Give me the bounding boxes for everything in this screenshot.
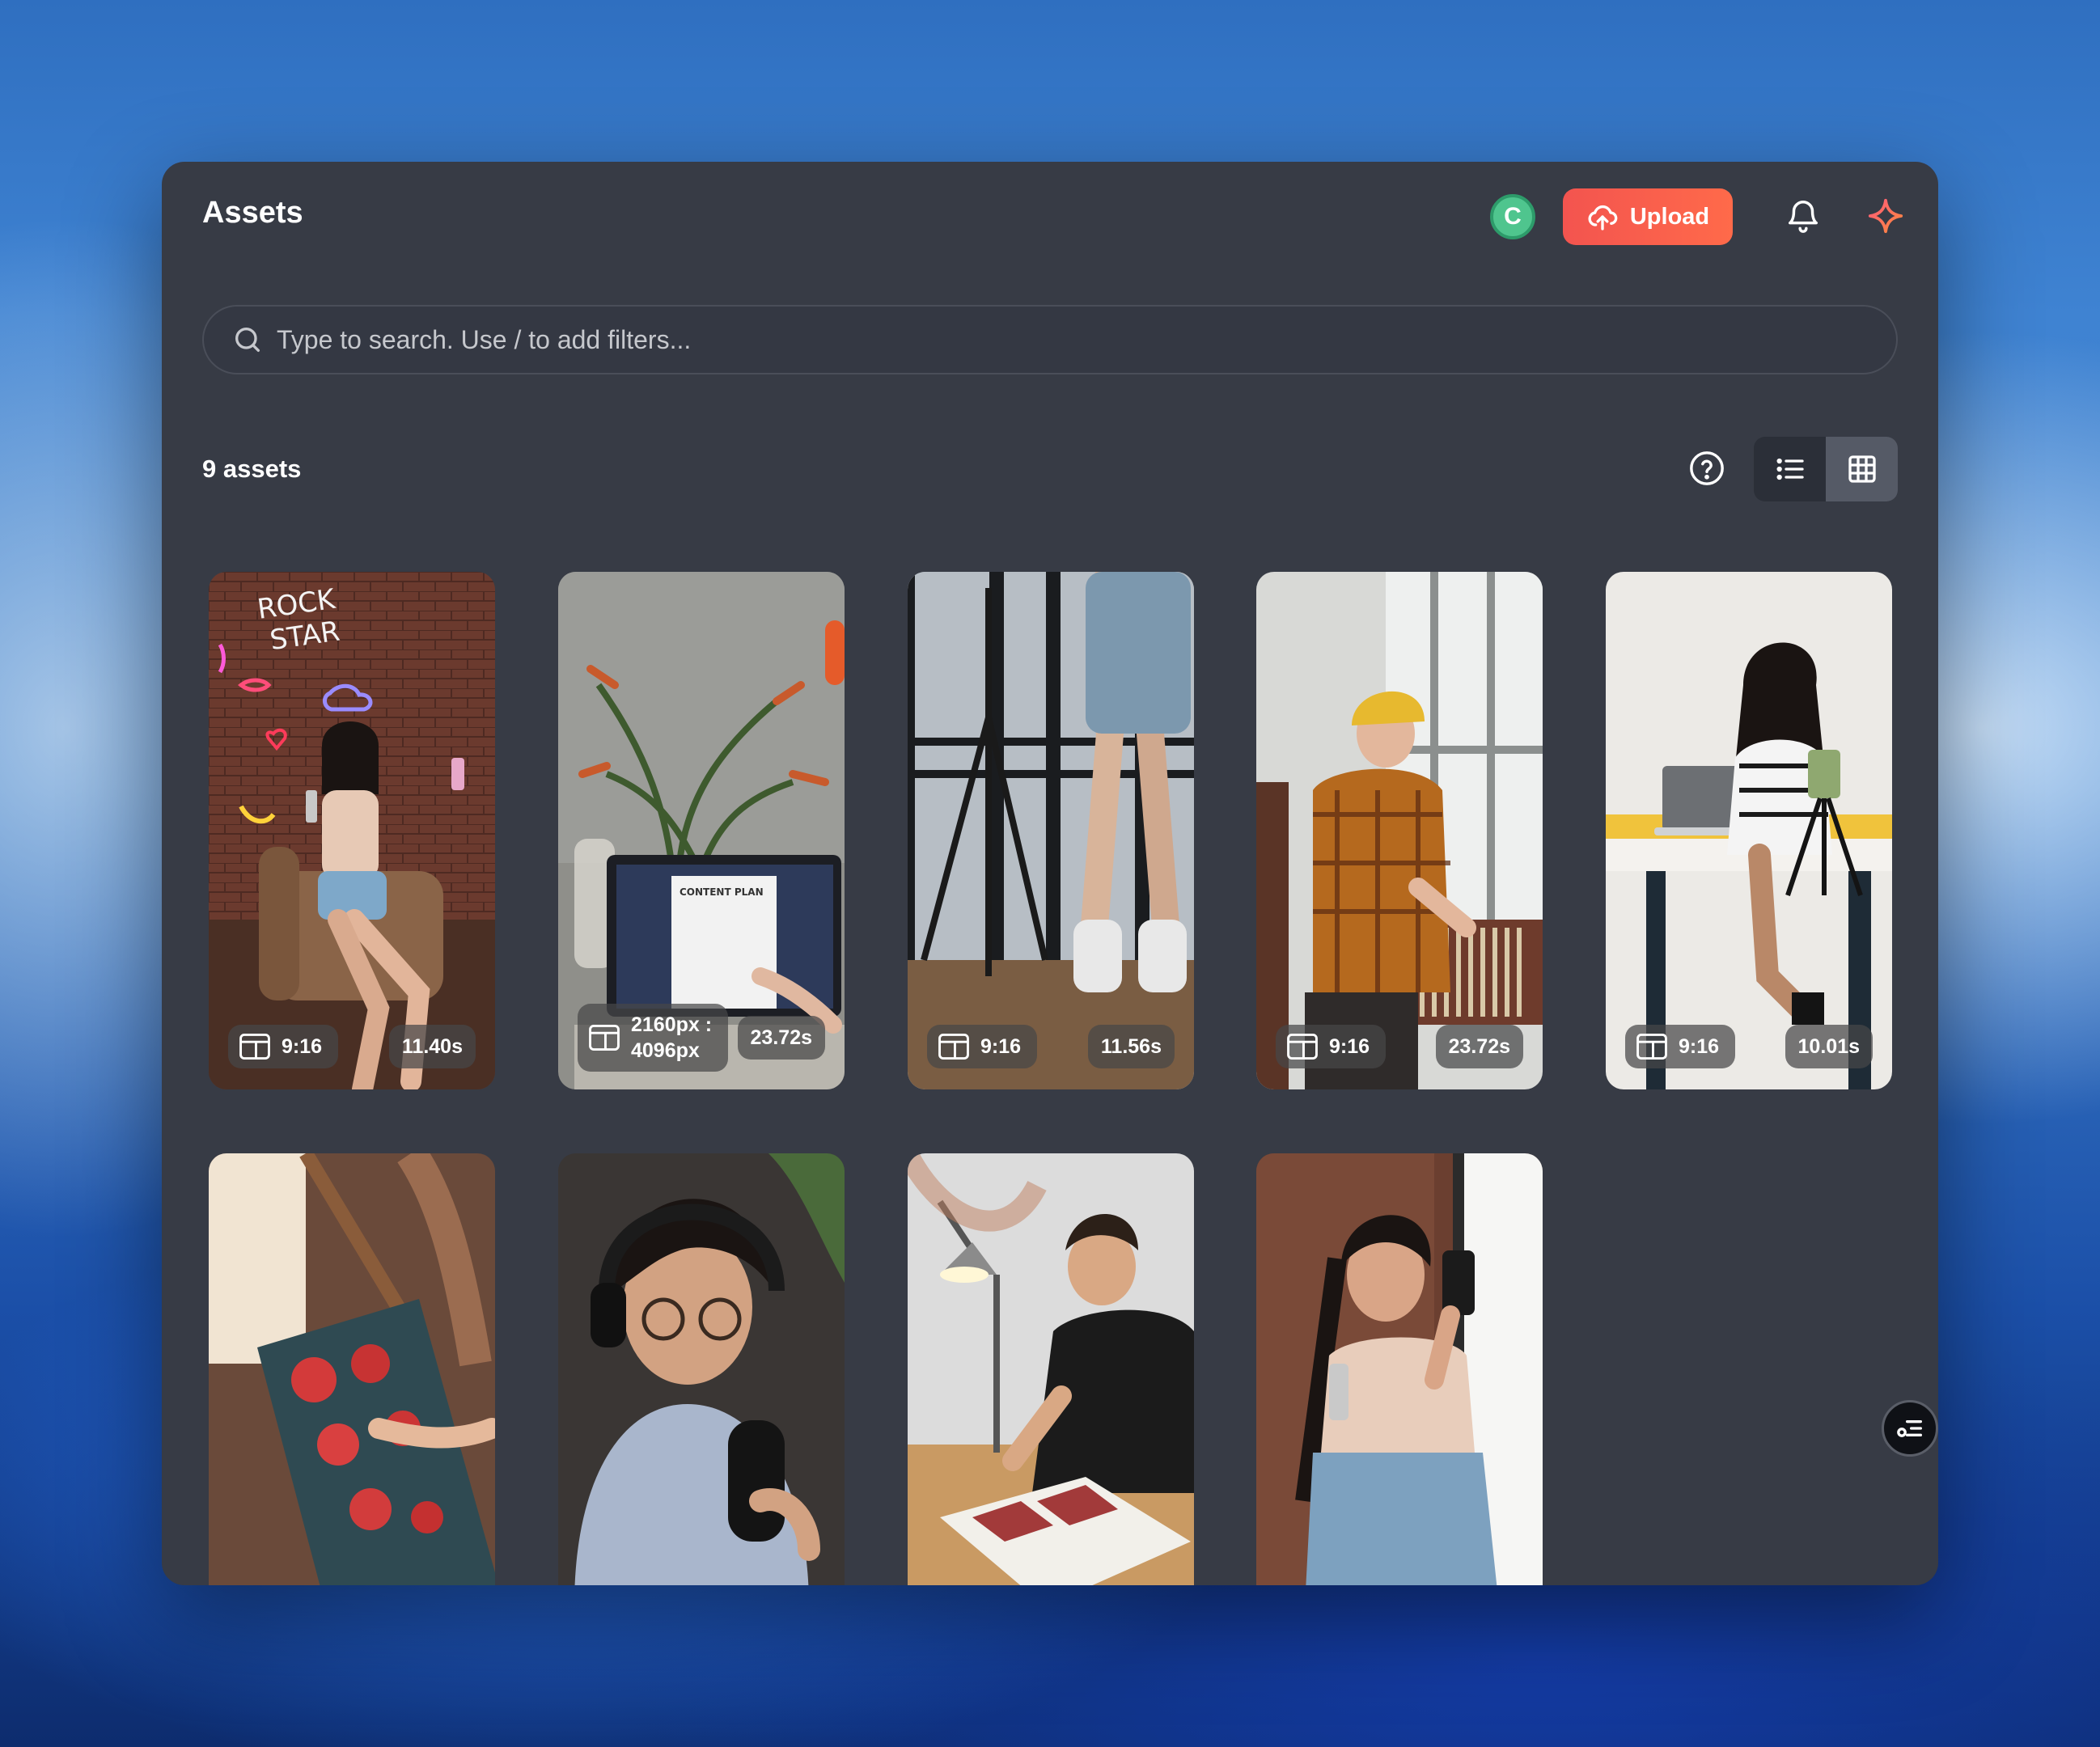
asset-thumbnail [908,572,1194,1089]
asset-thumbnail [558,1153,845,1585]
asset-thumbnail [908,1153,1194,1585]
aspect-ratio-badge: 9:16 [1276,1025,1387,1068]
upload-button-label: Upload [1629,203,1710,230]
aspect-ratio-value: 9:16 [1679,1034,1720,1058]
assets-window: Assets C Upload 9 assets [162,162,1938,1585]
asset-card[interactable]: 9:16 23.72s [1256,572,1543,1089]
grid-view-button[interactable] [1826,437,1898,501]
aspect-ratio-icon [938,1034,969,1060]
search-icon [235,328,260,352]
asset-thumbnail [1606,572,1892,1089]
duration-badge: 11.40s [388,1025,476,1068]
cloud-upload-icon [1588,205,1618,231]
aspect-ratio-badge: 9:16 [927,1025,1038,1068]
aspect-ratio-icon [1636,1034,1667,1060]
asset-card[interactable] [1256,1153,1543,1585]
screen-text: CONTENT PLAN [680,886,764,898]
view-toggle [1754,437,1898,501]
asset-card[interactable]: CONTENT PLAN 2160px : 4096px 23.72s [558,572,845,1089]
asset-card[interactable] [209,1153,495,1585]
filter-settings-button[interactable] [1882,1400,1938,1457]
aspect-ratio-value: 9:16 [282,1034,323,1058]
list-icon [1776,458,1804,480]
asset-card[interactable] [908,1153,1194,1585]
aspect-ratio-value: 2160px : 4096px [631,1013,713,1063]
asset-card[interactable] [558,1153,845,1585]
page-title: Assets [202,196,303,230]
aspect-ratio-badge: 9:16 [228,1025,339,1068]
duration-badge: 23.72s [737,1016,825,1060]
search-input[interactable] [277,324,1814,355]
asset-thumbnail [1256,1153,1543,1585]
grid-icon [1848,455,1876,483]
sparkle-icon[interactable] [1867,197,1904,235]
asset-thumbnail [209,1153,495,1585]
upload-button[interactable]: Upload [1563,188,1733,245]
settings-list-icon [1897,1420,1922,1437]
aspect-ratio-value: 9:16 [1329,1034,1370,1058]
list-view-button[interactable] [1754,437,1826,501]
asset-thumbnail [1256,572,1543,1089]
bell-icon[interactable] [1785,197,1822,235]
aspect-ratio-icon [589,1025,620,1051]
asset-card[interactable]: 9:16 10.01s [1606,572,1892,1089]
asset-card[interactable]: ROCKSTAR 9:16 11.40s [209,572,495,1089]
search-bar[interactable] [202,305,1898,374]
help-icon[interactable] [1688,450,1725,487]
duration-badge: 11.56s [1087,1025,1175,1068]
aspect-ratio-icon [1287,1034,1318,1060]
aspect-ratio-badge: 9:16 [1625,1025,1736,1068]
duration-badge: 23.72s [1435,1025,1523,1068]
aspect-ratio-value: 9:16 [980,1034,1022,1058]
asset-count: 9 assets [202,455,302,483]
aspect-ratio-badge: 2160px : 4096px [578,1004,729,1072]
asset-thumbnail: ROCKSTAR [209,572,495,1089]
asset-card[interactable]: 9:16 11.56s [908,572,1194,1089]
aspect-ratio-icon [239,1034,270,1060]
duration-badge: 10.01s [1785,1025,1873,1068]
user-avatar[interactable]: C [1490,194,1535,239]
